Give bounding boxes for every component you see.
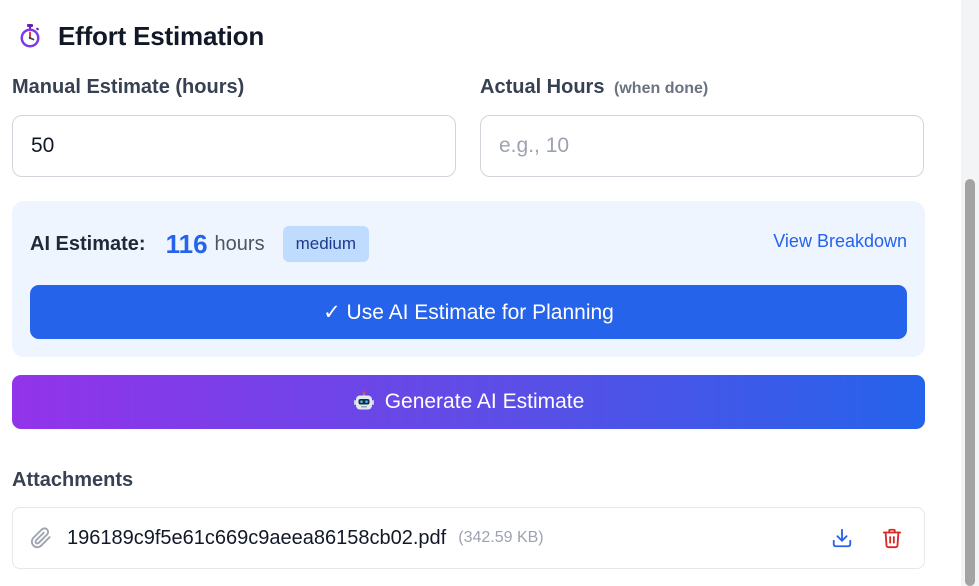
manual-estimate-label-text: Manual Estimate (hours) xyxy=(12,76,245,98)
robot-icon xyxy=(353,391,375,413)
attachments-heading: Attachments xyxy=(12,469,134,491)
view-breakdown-link[interactable]: View Breakdown xyxy=(773,231,907,252)
effort-estimation-panel: Effort Estimation Manual Estimate (hours… xyxy=(0,0,979,586)
actual-hours-label: Actual Hours (when done) xyxy=(480,76,708,99)
trash-icon[interactable] xyxy=(880,526,904,550)
section-header: Effort Estimation xyxy=(16,18,264,54)
page-title: Effort Estimation xyxy=(58,20,265,51)
stopwatch-icon xyxy=(16,22,44,50)
manual-estimate-input[interactable] xyxy=(12,115,456,177)
ai-estimate-value: 116 xyxy=(165,228,208,259)
use-ai-estimate-label: ✓ Use AI Estimate for Planning xyxy=(323,300,614,324)
ai-estimate-summary: AI Estimate: 116 hours medium xyxy=(30,226,370,262)
actual-hours-input[interactable] xyxy=(480,115,924,177)
scrollbar-thumb[interactable] xyxy=(965,179,975,586)
generate-ai-estimate-label: Generate AI Estimate xyxy=(384,390,585,413)
actual-hours-hint: (when done) xyxy=(614,80,709,97)
attachment-actions xyxy=(830,526,908,550)
paperclip-icon xyxy=(29,526,53,550)
scrollbar-track[interactable] xyxy=(961,0,979,586)
download-icon[interactable] xyxy=(830,526,854,550)
manual-estimate-label: Manual Estimate (hours) xyxy=(12,76,244,99)
use-ai-estimate-button[interactable]: ✓ Use AI Estimate for Planning xyxy=(30,285,907,339)
actual-hours-label-text: Actual Hours xyxy=(480,76,605,98)
ai-estimate-panel: AI Estimate: 116 hours medium View Break… xyxy=(12,201,925,357)
ai-estimate-label: AI Estimate: xyxy=(30,232,146,255)
attachment-file-name[interactable]: 196189c9f5e61c669c9aeea86158cb02.pdf xyxy=(67,527,446,550)
attachment-item: 196189c9f5e61c669c9aeea86158cb02.pdf (34… xyxy=(12,507,925,569)
ai-estimate-unit: hours xyxy=(214,232,265,255)
generate-ai-estimate-button[interactable]: Generate AI Estimate xyxy=(12,375,925,429)
attachment-file-size: (342.59 KB) xyxy=(458,529,544,546)
confidence-badge: medium xyxy=(282,226,370,262)
